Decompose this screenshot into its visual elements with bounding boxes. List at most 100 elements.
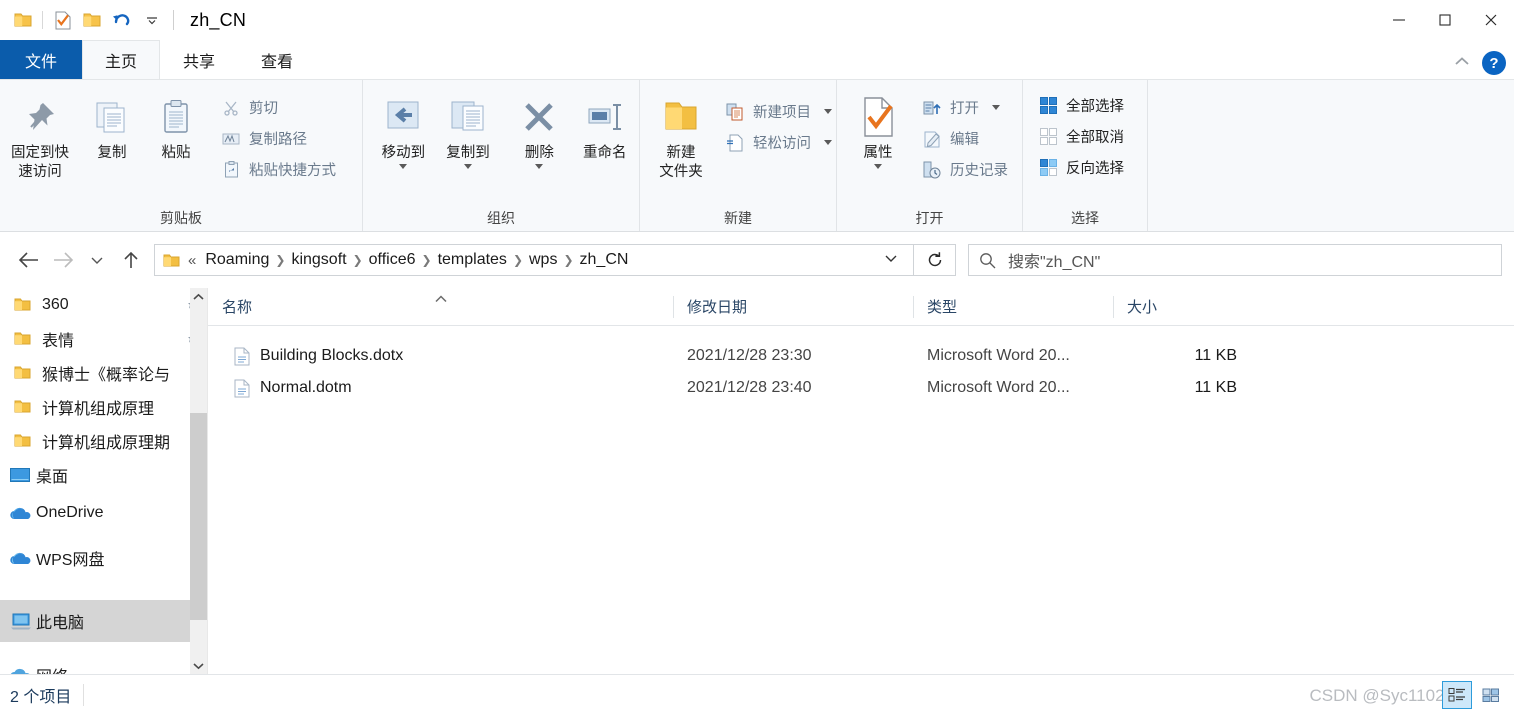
nav-item-onedrive[interactable]: OneDrive (0, 492, 207, 534)
nav-item-network[interactable]: 网络 (0, 654, 207, 674)
nav-item-houboshi[interactable]: 猴博士《概率论与 (0, 356, 207, 390)
paste-shortcut-button[interactable]: 粘贴快捷方式 (216, 154, 340, 185)
easy-access-button[interactable]: 轻松访问 (720, 127, 836, 158)
nav-item-biaoqing[interactable]: 表情 (0, 322, 207, 356)
copy-to-button[interactable]: 复制到 (436, 88, 501, 171)
move-to-button[interactable]: 移动到 (371, 88, 436, 171)
table-row[interactable]: Normal.dotm 2021/12/28 23:40 Microsoft W… (208, 372, 1514, 404)
history-icon (921, 161, 943, 179)
table-row[interactable]: Building Blocks.dotx 2021/12/28 23:30 Mi… (208, 340, 1514, 372)
search-icon (979, 252, 996, 269)
column-header-size[interactable]: 大小 (1113, 288, 1253, 326)
new-item-button[interactable]: 新建项目 (720, 96, 836, 127)
nav-item-360[interactable]: 360 (0, 288, 207, 322)
invert-selection-button[interactable]: 反向选择 (1033, 152, 1128, 183)
search-input[interactable]: 搜索"zh_CN" (1008, 248, 1100, 272)
file-name-cell[interactable]: Building Blocks.dotx (208, 340, 673, 372)
customize-chevron-icon[interactable] (137, 5, 167, 35)
new-folder-icon[interactable] (77, 5, 107, 35)
scrollbar-thumb[interactable] (190, 413, 207, 620)
nav-item-jisuanji-zucheng-qi[interactable]: 计算机组成原理期 (0, 424, 207, 458)
new-folder-button[interactable]: 新建 文件夹 (648, 88, 714, 184)
paste-button[interactable]: 粘贴 (144, 88, 208, 165)
collapse-ribbon-chevron-up-icon[interactable] (1452, 54, 1472, 73)
ribbon-tabs: 文件 主页 共享 查看 ? (0, 40, 1514, 79)
breadcrumb-templates[interactable]: templates (433, 251, 512, 269)
properties-chevron-down-icon[interactable] (874, 164, 882, 169)
rename-button[interactable]: 重命名 (570, 88, 639, 165)
delete-chevron-down-icon[interactable] (535, 164, 544, 169)
cut-button[interactable]: 剪切 (216, 92, 340, 123)
breadcrumb-chevron-icon[interactable]: ❯ (274, 253, 286, 267)
breadcrumb-kingsoft[interactable]: kingsoft (286, 251, 351, 269)
file-size-cell: 11 KB (1194, 347, 1237, 364)
file-date-cell: 2021/12/28 23:30 (687, 347, 812, 364)
sort-ascending-icon (434, 290, 448, 308)
select-all-button[interactable]: 全部选择 (1033, 90, 1128, 121)
tab-home[interactable]: 主页 (82, 40, 160, 79)
history-button[interactable]: 历史记录 (917, 154, 1012, 185)
column-header-date[interactable]: 修改日期 (673, 288, 913, 326)
ribbon-group-clipboard: 固定到快 速访问 复制 粘贴 剪切 复制路径 粘贴快捷方式 剪贴板 (0, 80, 363, 231)
breadcrumb-chevron-icon[interactable]: ❯ (512, 253, 524, 267)
breadcrumb-chevron-icon[interactable]: ❯ (562, 253, 574, 267)
nav-item-jisuanji-zucheng[interactable]: 计算机组成原理 (0, 390, 207, 424)
edit-button[interactable]: 编辑 (917, 123, 1012, 154)
nav-item-label: 计算机组成原理 (42, 401, 155, 418)
breadcrumb-chevron-icon[interactable]: ❯ (421, 253, 433, 267)
copy-to-chevron-down-icon[interactable] (464, 164, 473, 169)
breadcrumb-chevron-icon[interactable]: ❯ (352, 253, 364, 267)
ribbon-group-select: 全部选择 全部取消 反向选择 选择 (1023, 80, 1148, 231)
breadcrumb-office6[interactable]: office6 (364, 251, 421, 269)
large-icons-view-button[interactable] (1476, 681, 1506, 709)
breadcrumb-overflow[interactable]: « (180, 252, 200, 269)
back-arrow-icon[interactable] (12, 243, 46, 277)
scrollbar-track[interactable] (190, 305, 207, 657)
properties-checkmark-icon[interactable] (47, 5, 77, 35)
delete-button[interactable]: 删除 (508, 88, 570, 171)
scroll-down-arrow-icon[interactable] (190, 657, 207, 674)
ribbon-group-label-clipboard: 剪贴板 (160, 210, 202, 226)
copy-button[interactable]: 复制 (80, 88, 144, 165)
column-header-type[interactable]: 类型 (913, 288, 1113, 326)
tab-share[interactable]: 共享 (160, 40, 238, 79)
easy-access-chevron-down-icon[interactable] (824, 140, 832, 145)
new-item-chevron-down-icon[interactable] (824, 109, 832, 114)
copy-path-button[interactable]: 复制路径 (216, 123, 340, 154)
undo-icon[interactable] (107, 5, 137, 35)
recent-locations-chevron-down-icon[interactable] (80, 243, 114, 277)
move-to-chevron-down-icon[interactable] (399, 164, 408, 169)
details-view-button[interactable] (1442, 681, 1472, 709)
tab-file[interactable]: 文件 (0, 40, 82, 79)
up-arrow-icon[interactable] (114, 243, 148, 277)
breadcrumb-wps[interactable]: wps (524, 251, 562, 269)
folder-icon[interactable] (8, 5, 38, 35)
help-button[interactable]: ? (1482, 51, 1506, 75)
status-divider (83, 684, 85, 706)
close-icon[interactable] (1468, 0, 1514, 40)
pin-to-quick-access-button[interactable]: 固定到快 速访问 (0, 88, 80, 184)
select-none-button[interactable]: 全部取消 (1033, 121, 1128, 152)
open-chevron-down-icon[interactable] (992, 105, 1000, 110)
nav-item-desktop[interactable]: 桌面 (0, 458, 207, 492)
this-pc-icon (10, 613, 32, 635)
minimize-icon[interactable] (1376, 0, 1422, 40)
copy-to-icon (447, 90, 489, 144)
nav-item-wps-cloud[interactable]: WPS网盘 (0, 534, 207, 582)
nav-item-label: 猴博士《概率论与 (42, 367, 171, 384)
breadcrumb-roaming[interactable]: Roaming (200, 251, 274, 269)
open-button[interactable]: 打开 (917, 92, 1012, 123)
tab-view[interactable]: 查看 (238, 40, 316, 79)
search-box[interactable]: 搜索"zh_CN" (968, 244, 1502, 276)
invert-selection-label: 反向选择 (1066, 161, 1124, 177)
address-bar[interactable]: « Roaming ❯ kingsoft ❯ office6 ❯ templat… (154, 244, 914, 276)
nav-item-this-pc[interactable]: 此电脑 (0, 600, 207, 642)
scroll-up-arrow-icon[interactable] (190, 288, 207, 305)
file-name-cell[interactable]: Normal.dotm (208, 372, 673, 404)
maximize-icon[interactable] (1422, 0, 1468, 40)
refresh-icon[interactable] (914, 244, 956, 276)
properties-button[interactable]: 属性 (847, 88, 909, 171)
breadcrumb-zh-cn[interactable]: zh_CN (575, 251, 634, 269)
navigation-pane-scrollbar[interactable] (190, 288, 207, 674)
address-dropdown-chevron-down-icon[interactable] (873, 251, 909, 269)
